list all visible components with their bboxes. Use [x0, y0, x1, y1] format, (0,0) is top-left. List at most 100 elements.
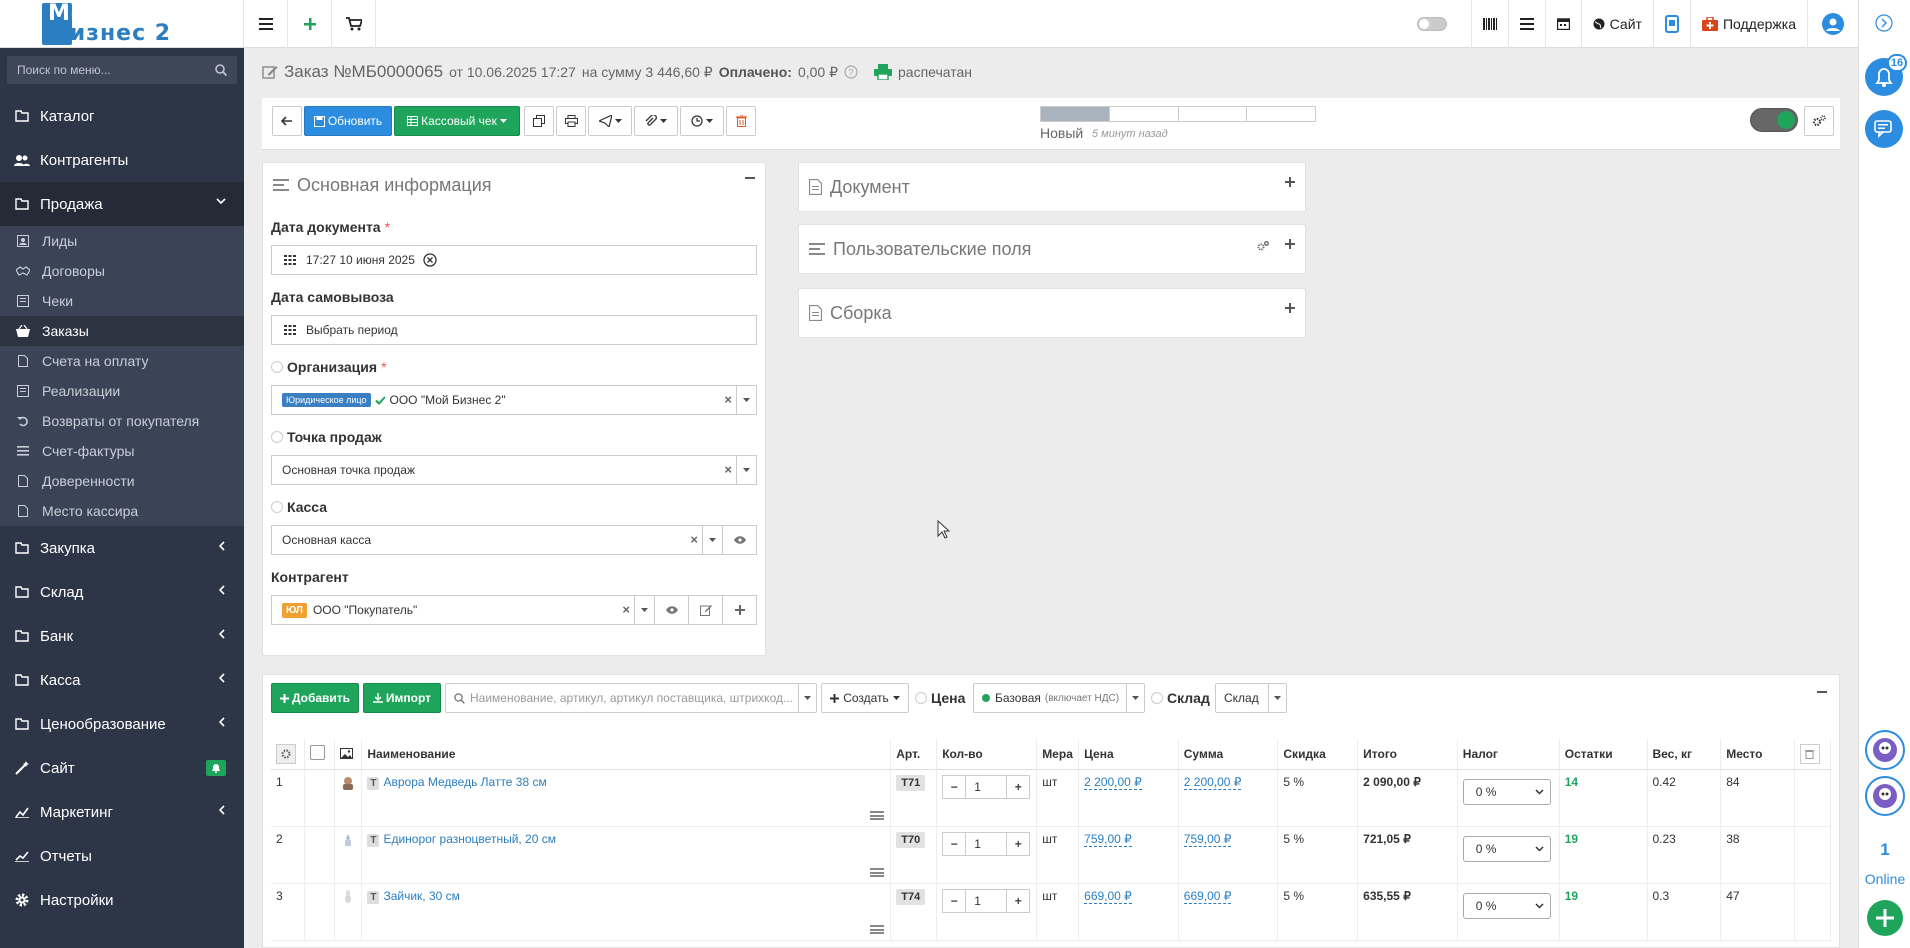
point-of-sale-select[interactable]: Основная точка продаж × [271, 455, 757, 485]
price-value[interactable]: 2 200,00 ₽ [1084, 774, 1142, 790]
column-header[interactable]: Остатки [1559, 739, 1648, 770]
quantity-stepper[interactable]: −1 + [942, 888, 1031, 913]
attach-button[interactable] [634, 106, 678, 136]
print-button[interactable] [556, 106, 586, 136]
increment-button[interactable]: + [1007, 780, 1029, 794]
increment-button[interactable]: + [1007, 837, 1029, 851]
sidebar-item-invoices[interactable]: Счета на оплату [0, 346, 244, 376]
expand-button[interactable] [1285, 177, 1295, 187]
assistant-avatar-1[interactable] [1865, 730, 1905, 770]
dropdown-toggle[interactable] [1126, 684, 1144, 712]
sidebar-item-contractors[interactable]: Контрагенты [0, 138, 244, 182]
sum-value[interactable]: 669,00 ₽ [1183, 888, 1232, 904]
delete-column[interactable] [1794, 739, 1832, 770]
table-row[interactable]: 3 T Зайчик, 30 см Т74 −1 + шт 669,00 ₽ 669… [271, 883, 1832, 941]
select-all-checkbox[interactable] [304, 739, 336, 770]
product-name-link[interactable]: Аврора Медведь Латте 38 см [383, 775, 546, 789]
column-header[interactable]: Итого [1357, 739, 1458, 770]
assembly-panel[interactable]: Сборка [798, 288, 1306, 338]
dropdown-toggle[interactable] [736, 456, 756, 484]
column-header[interactable]: Цена [1078, 739, 1179, 770]
quantity-stepper[interactable]: −1 + [942, 774, 1031, 799]
dropdown-toggle[interactable] [634, 596, 654, 624]
column-settings[interactable] [271, 739, 306, 770]
sidebar-item-power-of-attorney[interactable]: Доверенности [0, 466, 244, 496]
edit-button[interactable] [688, 596, 722, 624]
cashbox-select[interactable]: Основная касса × [271, 525, 757, 555]
column-header[interactable]: Арт. [890, 739, 938, 770]
contractor-select[interactable]: ЮЛ ООО "Покупатель" × [271, 595, 757, 625]
sidebar-item-pricing[interactable]: Ценообразование [0, 702, 244, 746]
product-name-link[interactable]: Зайчик, 30 см [383, 889, 459, 903]
dropdown-toggle[interactable] [702, 526, 722, 554]
calendar-button[interactable] [1544, 0, 1581, 48]
sidebar-item-vat-invoices[interactable]: Счет-фактуры [0, 436, 244, 466]
price-value[interactable]: 669,00 ₽ [1084, 888, 1132, 904]
sidebar-item-cashbox[interactable]: Касса [0, 658, 244, 702]
row-menu-icon[interactable] [870, 867, 885, 877]
clear-icon[interactable]: × [724, 392, 732, 407]
dropdown-toggle[interactable] [798, 684, 816, 712]
fab-add-button[interactable] [1867, 900, 1903, 936]
discount-cell[interactable]: 5 % [1277, 883, 1359, 941]
row-checkbox-cell[interactable] [304, 826, 336, 884]
mobile-app-button[interactable] [1652, 0, 1690, 48]
barcode-button[interactable] [1470, 0, 1508, 48]
chat-button[interactable] [1865, 110, 1903, 148]
quantity-value[interactable]: 1 [965, 832, 1008, 855]
add-product-button[interactable]: Добавить [271, 683, 359, 713]
sidebar-item-bank[interactable]: Банк [0, 614, 244, 658]
product-name-link[interactable]: Единорог разноцветный, 20 см [383, 832, 556, 846]
refresh-button[interactable]: Обновить [304, 106, 392, 136]
expand-button[interactable] [1285, 239, 1295, 249]
cart-button[interactable] [332, 0, 376, 48]
price-type-select[interactable]: Базовая (включает НДС) [973, 683, 1145, 713]
notifications-button[interactable]: 16 [1865, 54, 1907, 96]
increment-button[interactable]: + [1007, 894, 1029, 908]
tax-select[interactable]: 0 % [1462, 892, 1551, 919]
clear-icon[interactable]: × [622, 602, 630, 617]
sidebar-item-returns[interactable]: Возвраты от покупателя [0, 406, 244, 436]
document-panel[interactable]: Документ [798, 162, 1306, 212]
menu-toggle-button[interactable] [244, 0, 288, 48]
sidebar-item-cashier-place[interactable]: Место кассира [0, 496, 244, 526]
expand-right-button[interactable] [1875, 14, 1893, 32]
dropdown-toggle[interactable] [1268, 684, 1286, 712]
logo[interactable]: Мой Бизнес 2 [0, 0, 244, 48]
sidebar-item-site[interactable]: Сайт [0, 746, 244, 790]
support-link[interactable]: Поддержка [1689, 0, 1807, 48]
collapse-button[interactable] [745, 177, 755, 179]
custom-fields-settings-button[interactable] [1257, 241, 1269, 251]
warehouse-select[interactable]: Склад [1215, 683, 1287, 713]
row-menu-icon[interactable] [870, 924, 885, 934]
site-link[interactable]: Сайт [1580, 0, 1653, 48]
column-header[interactable]: Место [1720, 739, 1795, 770]
quantity-stepper[interactable]: −1 + [942, 831, 1031, 856]
sum-value[interactable]: 759,00 ₽ [1183, 831, 1232, 847]
clear-icon[interactable]: × [690, 532, 698, 547]
collapse-products-button[interactable] [1817, 691, 1827, 693]
create-button[interactable]: Создать [821, 683, 909, 713]
decrement-button[interactable]: − [943, 780, 965, 794]
user-avatar-button[interactable] [1807, 0, 1858, 48]
product-thumbnail[interactable] [334, 883, 363, 941]
column-header[interactable]: Мера [1036, 739, 1080, 770]
copy-button[interactable] [524, 106, 554, 136]
pickup-date-field[interactable]: Выбрать период [271, 315, 757, 345]
view-button[interactable] [654, 596, 688, 624]
sidebar-item-contracts[interactable]: Договоры [0, 256, 244, 286]
clear-icon[interactable]: × [724, 462, 732, 477]
help-icon[interactable]: ? [844, 65, 858, 79]
column-header[interactable]: Вес, кг [1647, 739, 1722, 770]
column-header[interactable]: Кол-во [936, 739, 1038, 770]
import-button[interactable]: Импорт [363, 683, 441, 713]
sidebar-item-reports[interactable]: Отчеты [0, 834, 244, 878]
tax-select[interactable]: 0 % [1462, 778, 1551, 805]
sidebar-item-sales-docs[interactable]: Реализации [0, 376, 244, 406]
dropdown-toggle[interactable] [736, 386, 756, 414]
product-search-input[interactable]: Наименование, артикул, артикул поставщик… [445, 683, 817, 713]
receipt-button[interactable]: Кассовый чек [394, 106, 520, 136]
back-button[interactable] [272, 106, 302, 136]
column-header[interactable]: Наименование [361, 739, 892, 770]
theme-toggle[interactable] [1393, 0, 1471, 48]
